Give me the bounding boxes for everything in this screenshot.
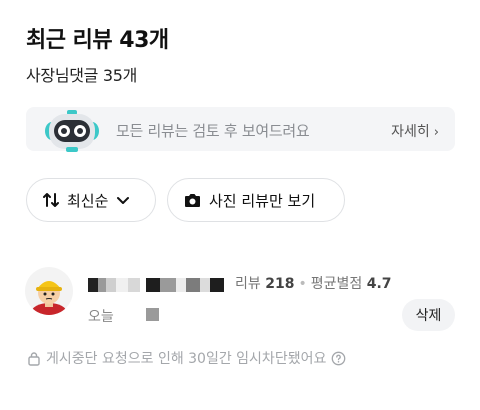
avg-rating: 4.7 [366, 276, 392, 292]
notice-text: 모든 리뷰는 검토 후 보여드려요 [116, 122, 310, 140]
robot-icon [45, 110, 99, 152]
review-date: 오늘 [88, 309, 114, 325]
camera-icon [184, 192, 201, 208]
review-count: 218 [265, 276, 295, 292]
notice-more-label: 자세히 [391, 124, 430, 140]
blocked-notice: 게시중단 요청으로 인해 30일간 임시차단됐어요 [27, 348, 346, 368]
sort-arrows-icon [43, 192, 59, 208]
sort-dropdown-button[interactable]: 최신순 [26, 178, 156, 222]
separator-dot: • [298, 276, 307, 292]
photo-filter-label: 사진 리뷰만 보기 [209, 191, 316, 210]
nickname-masked [88, 278, 224, 292]
review-count-label: 리뷰 [235, 276, 261, 292]
help-icon[interactable] [331, 351, 346, 366]
page-title: 최근 리뷰 43개 [26, 28, 169, 53]
blocked-message: 게시중단 요청으로 인해 30일간 임시차단됐어요 [46, 351, 327, 367]
delete-button[interactable]: 삭제 [402, 299, 455, 331]
review-notice-banner[interactable]: 모든 리뷰는 검토 후 보여드려요 자세히 › [26, 107, 455, 152]
chevron-right-icon: › [433, 125, 439, 140]
sort-label: 최신순 [67, 191, 109, 210]
chevron-down-icon [116, 193, 130, 207]
avg-rating-label: 평균별점 [310, 276, 363, 292]
lock-icon [27, 351, 41, 366]
photo-review-filter-button[interactable]: 사진 리뷰만 보기 [167, 178, 345, 222]
date-masked [146, 308, 159, 321]
owner-reply-count: 사장님댓글 35개 [26, 66, 138, 85]
reviewer-stats: 리뷰 218 • 평균별점 4.7 [235, 273, 392, 293]
notice-more-link[interactable]: 자세히 › [391, 121, 439, 141]
avatar[interactable] [25, 267, 73, 315]
